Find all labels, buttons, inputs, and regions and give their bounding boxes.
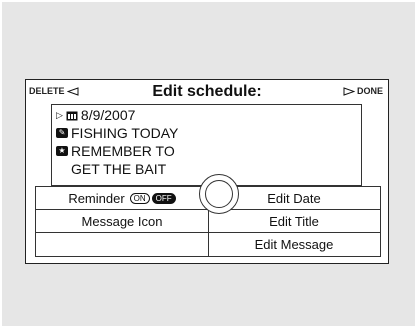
edit-date-label: Edit Date [267,190,321,206]
message-line-2-text: REMEMBER TO [71,143,175,159]
edit-message-button[interactable]: Edit Message [208,233,380,255]
calendar-icon [66,111,78,120]
date-line: ▷ 8/9/2007 [56,107,135,123]
message-line-1: ✎ FISHING TODAY [56,125,178,141]
page-title: Edit schedule: [152,83,262,100]
message-line-1-text: FISHING TODAY [71,125,179,141]
message-line-3: GET THE BAIT [71,161,166,177]
edit-message-label: Edit Message [254,236,334,252]
message-icon-button[interactable]: Message Icon [36,210,208,232]
reminder-toggle[interactable]: ON OFF [129,192,176,204]
star-icon: ★ [56,146,68,156]
message-line-2: ★ REMEMBER TO [56,143,175,159]
right-pointer-icon: ▷ [56,109,63,120]
reminder-off-option[interactable]: OFF [151,192,176,204]
interface-dial-icon[interactable] [199,174,239,214]
schedule-detail-box: ▷ 8/9/2007 ✎ FISHING TODAY ★ REMEMBER TO… [51,104,362,186]
reminder-label: Reminder [68,190,125,206]
edit-title-label: Edit Title [269,213,319,229]
message-line-3-text: GET THE BAIT [71,161,167,177]
done-button[interactable]: DONE [343,86,383,96]
reminder-toggle-row[interactable]: Reminder ON OFF [36,187,208,209]
message-icon: ✎ [56,128,68,138]
interface-dial-inner [205,180,233,208]
reminder-on-option[interactable]: ON [129,192,150,204]
outer-panel: DELETE Edit schedule: DONE ▷ 8/9/2007 ✎ … [2,2,415,326]
message-icon-label: Message Icon [81,213,163,229]
schedule-date: 8/9/2007 [80,107,136,123]
schedule-screen: DELETE Edit schedule: DONE ▷ 8/9/2007 ✎ … [25,79,389,264]
done-label: DONE [356,86,383,96]
edit-title-button[interactable]: Edit Title [208,210,380,232]
right-triangle-icon [343,86,355,96]
header-bar: DELETE Edit schedule: DONE [26,80,388,104]
